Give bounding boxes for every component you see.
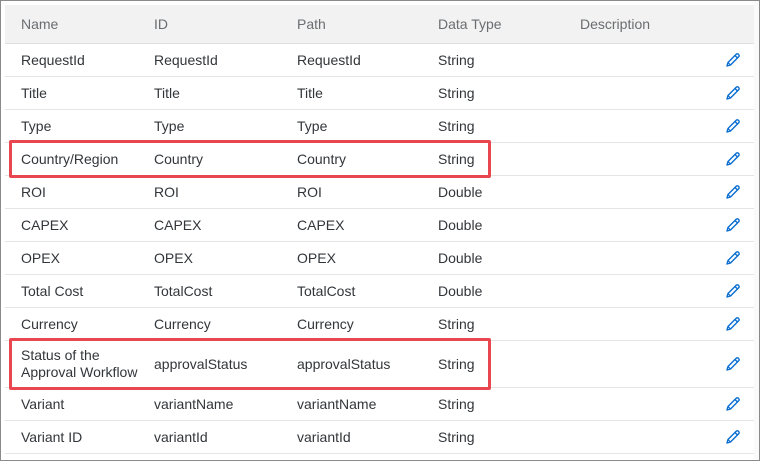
cell-id: variantId <box>154 429 208 445</box>
cell-data-type: Double <box>438 184 483 200</box>
cell-id: approvalStatus <box>154 356 248 372</box>
edit-pencil-icon <box>725 316 741 332</box>
column-header-data-type[interactable]: Data Type <box>438 16 502 33</box>
table-row[interactable]: Total Cost TotalCost TotalCost Double <box>5 275 754 308</box>
cell-data-type: String <box>438 85 475 101</box>
edit-row-button[interactable] <box>723 215 743 235</box>
edit-pencil-icon <box>725 217 741 233</box>
cell-id: TotalCost <box>154 283 213 299</box>
table-row[interactable]: RequestId RequestId RequestId String <box>5 44 754 77</box>
edit-pencil-icon <box>725 356 741 372</box>
table-row[interactable]: ROI ROI ROI Double <box>5 176 754 209</box>
cell-data-type: String <box>438 396 475 412</box>
cell-id: Type <box>154 118 185 134</box>
cell-name: Title <box>21 85 47 101</box>
edit-row-button[interactable] <box>723 50 743 70</box>
cell-id: CAPEX <box>154 217 202 233</box>
table-row[interactable]: OPEX OPEX OPEX Double <box>5 242 754 275</box>
cell-name: CAPEX <box>21 217 69 233</box>
cell-name: Currency <box>21 316 78 332</box>
cell-data-type: Double <box>438 217 483 233</box>
edit-row-button[interactable] <box>723 314 743 334</box>
edit-row-button[interactable] <box>723 248 743 268</box>
edit-row-button[interactable] <box>723 116 743 136</box>
cell-name: Type <box>21 118 52 134</box>
cell-data-type: String <box>438 151 475 167</box>
cell-path: TotalCost <box>297 283 356 299</box>
edit-row-button[interactable] <box>723 182 743 202</box>
cell-id: variantName <box>154 396 234 412</box>
cell-path: RequestId <box>297 52 361 68</box>
table-row[interactable]: Type Type Type String <box>5 110 754 143</box>
cell-name: ROI <box>21 184 46 200</box>
column-header-path[interactable]: Path <box>297 16 326 33</box>
column-header-id[interactable]: ID <box>154 16 168 33</box>
edit-pencil-icon <box>725 250 741 266</box>
table-row[interactable]: Title Title Title String <box>5 77 754 110</box>
cell-data-type: Double <box>438 283 483 299</box>
table-header: Name ID Path Data Type Description <box>5 5 754 44</box>
table-row[interactable]: Country/Region Country Country String <box>5 143 754 176</box>
cell-data-type: String <box>438 52 475 68</box>
cell-name: OPEX <box>21 250 60 266</box>
cell-path: Title <box>297 85 323 101</box>
cell-name: RequestId <box>21 52 85 68</box>
cell-name: Variant ID <box>21 429 83 445</box>
cell-path: Currency <box>297 316 354 332</box>
cell-id: OPEX <box>154 250 193 266</box>
cell-id: ROI <box>154 184 179 200</box>
table-row[interactable]: Variant variantName variantName String <box>5 388 754 421</box>
edit-pencil-icon <box>725 396 741 412</box>
cell-name: Status of the Approval Workflow <box>21 347 138 380</box>
table-row[interactable]: Status of the Approval Workflow approvalS… <box>5 341 754 388</box>
edit-row-button[interactable] <box>723 394 743 414</box>
edit-pencil-icon <box>725 283 741 299</box>
cell-path: variantId <box>297 429 351 445</box>
cell-id: RequestId <box>154 52 218 68</box>
edit-pencil-icon <box>725 429 741 445</box>
cell-path: Type <box>297 118 328 134</box>
edit-pencil-icon <box>725 52 741 68</box>
edit-row-button[interactable] <box>723 149 743 169</box>
attributes-table-panel: Name ID Path Data Type Description Reque… <box>0 0 760 461</box>
cell-name: Variant <box>21 396 65 412</box>
column-header-description[interactable]: Description <box>580 16 650 33</box>
cell-data-type: String <box>438 118 475 134</box>
cell-data-type: String <box>438 429 475 445</box>
cell-id: Country <box>154 151 204 167</box>
edit-pencil-icon <box>725 184 741 200</box>
edit-row-button[interactable] <box>723 83 743 103</box>
cell-path: ROI <box>297 184 322 200</box>
edit-pencil-icon <box>725 151 741 167</box>
table-row[interactable]: Variant ID variantId variantId String <box>5 421 754 454</box>
edit-pencil-icon <box>725 118 741 134</box>
cell-path: CAPEX <box>297 217 345 233</box>
cell-path: variantName <box>297 396 377 412</box>
cell-data-type: String <box>438 356 475 372</box>
cell-path: OPEX <box>297 250 336 266</box>
edit-row-button[interactable] <box>723 354 743 374</box>
cell-id: Currency <box>154 316 211 332</box>
cell-path: Country <box>297 151 347 167</box>
edit-row-button[interactable] <box>723 427 743 447</box>
cell-id: Title <box>154 85 180 101</box>
cell-data-type: String <box>438 316 475 332</box>
cell-name: Total Cost <box>21 283 84 299</box>
edit-pencil-icon <box>725 85 741 101</box>
cell-data-type: Double <box>438 250 483 266</box>
cell-name: Country/Region <box>21 151 119 167</box>
column-header-name[interactable]: Name <box>21 16 58 33</box>
table-row[interactable]: CAPEX CAPEX CAPEX Double <box>5 209 754 242</box>
cell-path: approvalStatus <box>297 356 391 372</box>
table-row[interactable]: Currency Currency Currency String <box>5 308 754 341</box>
edit-row-button[interactable] <box>723 281 743 301</box>
scrollbar-gutter <box>754 1 759 460</box>
